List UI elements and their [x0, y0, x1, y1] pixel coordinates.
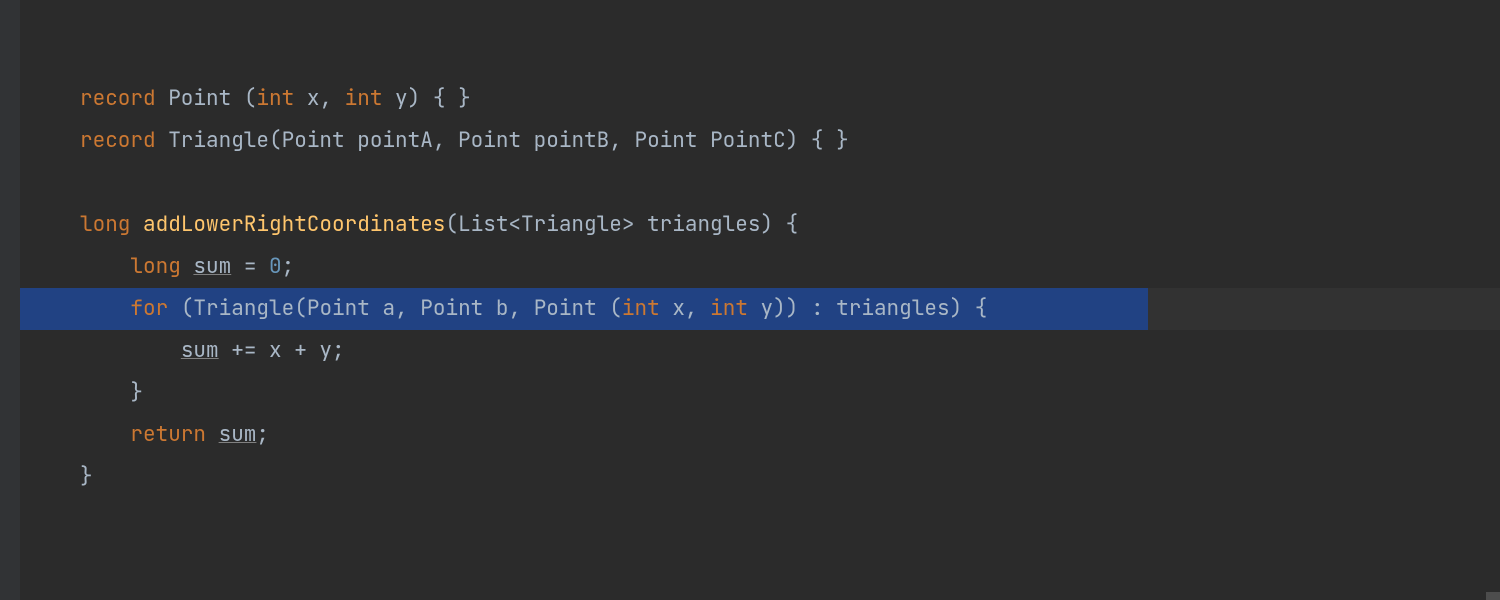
code-line[interactable]: sum += x + y; [20, 330, 1500, 372]
code-token: List [458, 211, 508, 238]
code-line[interactable]: long sum = 0; [20, 246, 1500, 288]
indent [80, 253, 130, 280]
code-token: ; [282, 253, 295, 280]
code-token: , [685, 295, 710, 322]
code-line[interactable]: } [20, 372, 1500, 414]
code-token: long [130, 253, 193, 280]
indent [80, 337, 181, 364]
code-token: record [80, 127, 168, 154]
code-line[interactable]: record Triangle(Point pointA, Point poin… [20, 120, 1500, 162]
code-token: int [622, 295, 672, 322]
code-token: , [319, 85, 344, 112]
code-token: int [345, 85, 395, 112]
code-token: triangles [634, 211, 760, 238]
code-token: { } [420, 85, 470, 112]
code-token: , [609, 127, 634, 154]
code-token: record [80, 85, 168, 112]
code-token: PointC [710, 127, 786, 154]
code-editor[interactable]: record Point (int x, int y) { }record Tr… [0, 0, 1500, 600]
code-token: Triangle [521, 211, 622, 238]
code-token: triangles [836, 295, 949, 322]
code-token: return [130, 421, 218, 448]
code-token: sum [181, 337, 219, 364]
code-token: sum [193, 253, 231, 280]
code-token: 0 [269, 253, 282, 280]
code-token: ( [294, 295, 307, 322]
code-token: ) [760, 211, 773, 238]
code-token: a [382, 295, 395, 322]
code-token: x [672, 295, 685, 322]
indent [80, 421, 130, 448]
code-token: ( [181, 295, 194, 322]
code-token: x [307, 85, 320, 112]
code-token: , [395, 295, 420, 322]
code-token: Triangle [168, 127, 269, 154]
editor-gutter [0, 0, 20, 600]
code-token: Triangle [193, 295, 294, 322]
code-token: = [231, 253, 269, 280]
indent [80, 295, 130, 322]
scrollbar-corner[interactable] [1486, 592, 1500, 600]
code-token: Point [168, 85, 244, 112]
code-token: Point [458, 127, 534, 154]
code-token: } [130, 379, 143, 406]
code-line[interactable]: long addLowerRightCoordinates(List<Trian… [20, 204, 1500, 246]
code-token: long [80, 211, 143, 238]
code-line[interactable]: for (Triangle(Point a, Point b, Point (i… [20, 288, 1500, 330]
indent [80, 379, 130, 406]
code-line[interactable] [20, 162, 1500, 204]
code-token: Point [307, 295, 383, 322]
code-token: ( [445, 211, 458, 238]
code-token: addLowerRightCoordinates [143, 211, 445, 238]
code-token: { } [798, 127, 848, 154]
code-token: for [130, 295, 180, 322]
code-token: y [395, 85, 408, 112]
code-line[interactable]: record Point (int x, int y) { } [20, 78, 1500, 120]
code-token: , [508, 295, 533, 322]
code-token: sum [219, 421, 257, 448]
code-token: ( [244, 85, 257, 112]
code-token: )) [773, 295, 798, 322]
code-token: y [761, 295, 774, 322]
code-token: Point [420, 295, 496, 322]
code-token: pointB [534, 127, 610, 154]
code-token: < [508, 211, 521, 238]
code-token: ( [269, 127, 282, 154]
code-token: { [962, 295, 987, 322]
code-token: += x + y; [219, 337, 345, 364]
code-token: , [433, 127, 458, 154]
code-token: } [80, 463, 93, 490]
code-token: int [710, 295, 760, 322]
code-token: Point [282, 127, 358, 154]
code-token: : [798, 295, 836, 322]
code-token: int [256, 85, 306, 112]
code-token: ) [408, 85, 421, 112]
code-token: > [622, 211, 635, 238]
code-token: b [496, 295, 509, 322]
code-token: Point [534, 295, 610, 322]
code-line[interactable]: return sum; [20, 414, 1500, 456]
code-token: ( [609, 295, 622, 322]
code-line[interactable]: } [20, 456, 1500, 498]
code-token: { [773, 211, 798, 238]
code-area[interactable]: record Point (int x, int y) { }record Tr… [20, 0, 1500, 600]
code-token: ; [256, 421, 269, 448]
code-token: pointA [357, 127, 433, 154]
code-token: ) [950, 295, 963, 322]
code-token: ) [786, 127, 799, 154]
code-token: Point [634, 127, 710, 154]
